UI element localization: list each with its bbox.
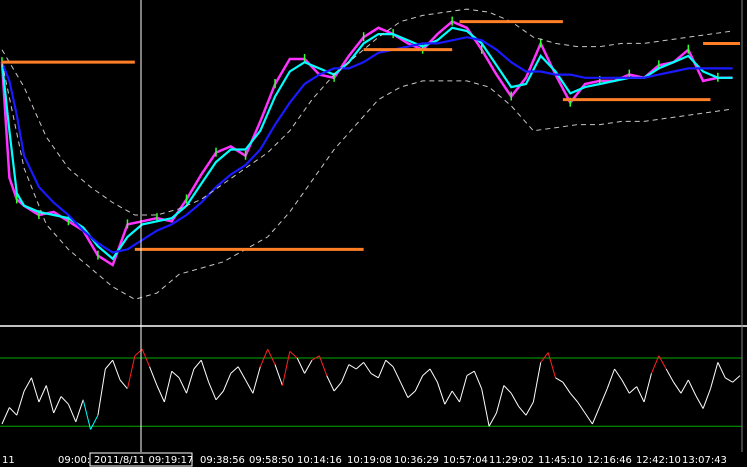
time-axis-label: 10:36:29	[394, 455, 439, 466]
cursor-time-label: 2011/8/11 09:19:17	[89, 452, 193, 467]
time-axis-label: 09:38:56	[200, 455, 245, 466]
time-axis-left-label: 11	[2, 455, 15, 466]
cursor-time-label-text: 2011/8/11 09:19:17	[94, 455, 193, 466]
time-axis-label: 12:42:10	[636, 455, 681, 466]
time-axis-label: 10:57:04	[443, 455, 488, 466]
chart-canvas: 11 09:00:0409:38:5609:58:5010:14:1610:19…	[0, 0, 747, 467]
time-axis-label: 10:19:08	[347, 455, 392, 466]
time-axis-label: 12:16:46	[587, 455, 632, 466]
time-axis-label: 10:14:16	[297, 455, 342, 466]
time-axis-label: 11:29:02	[489, 455, 534, 466]
time-axis-label: 13:07:43	[682, 455, 727, 466]
time-axis-label: 09:58:50	[249, 455, 294, 466]
time-axis-label: 11:45:10	[538, 455, 583, 466]
chart-background	[0, 0, 747, 467]
